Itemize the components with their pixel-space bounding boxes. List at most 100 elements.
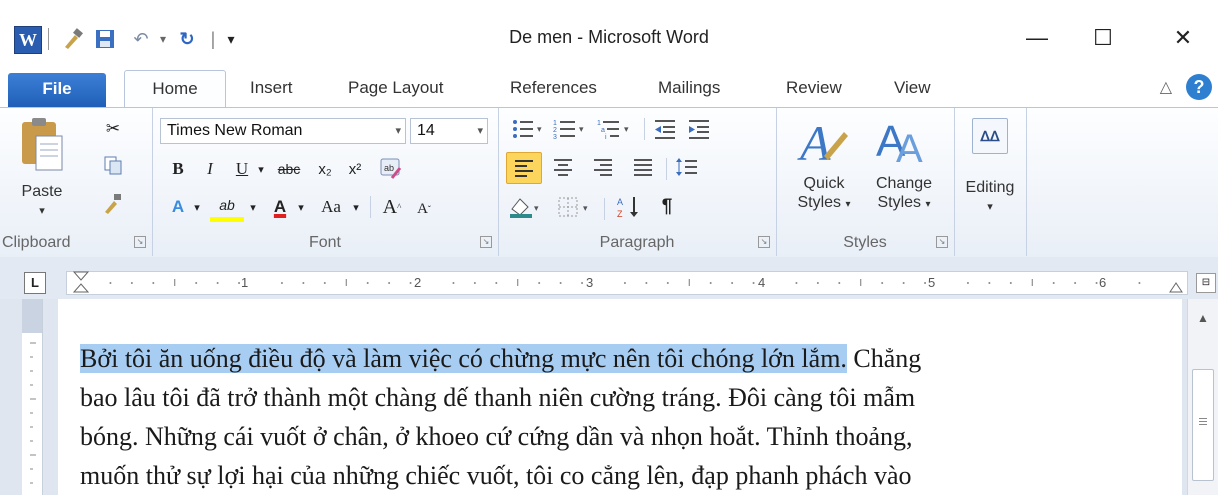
decrease-indent-icon[interactable] [650, 114, 680, 144]
font-size-combo[interactable]: 14 ▾ [410, 118, 488, 144]
tab-references[interactable]: References [506, 70, 601, 107]
shrink-font-button[interactable]: Aˇ [410, 194, 438, 224]
ribbon-tab-bar: File Home Insert Page Layout References … [0, 70, 1218, 109]
ruler-number: 5 [928, 275, 936, 290]
grow-font-label: A [382, 195, 398, 218]
scrollbar-thumb[interactable] [1192, 369, 1214, 481]
change-styles-label-2-text: Styles [877, 194, 922, 211]
font-size-dropdown-icon[interactable]: ▾ [477, 119, 483, 143]
paragraph-line-2: bao lâu tôi đã trở thành một chàng dế th… [80, 383, 916, 412]
svg-text:▾: ▾ [534, 203, 539, 213]
close-button[interactable]: ✕ [1158, 20, 1208, 56]
font-group: Times New Roman ▾ 14 ▾ B I U ▾ abc x₂ x²… [152, 108, 499, 256]
minimize-button[interactable]: — [1012, 20, 1062, 56]
tab-mailings[interactable]: Mailings [654, 70, 724, 107]
tab-home[interactable]: Home [124, 70, 226, 109]
borders-icon[interactable]: ▾ [554, 192, 598, 222]
italic-button[interactable]: I [198, 154, 222, 184]
clipboard-launcher-icon[interactable]: ↘ [134, 236, 146, 248]
editing-group: ⵠⵠ Editing ▾ [954, 108, 1027, 256]
bold-button[interactable]: B [166, 154, 190, 184]
grow-font-button[interactable]: A ^ [378, 192, 406, 222]
increase-indent-icon[interactable] [684, 114, 714, 144]
highlight-button[interactable]: ab [210, 192, 244, 222]
highlight-dropdown-icon[interactable]: ▾ [246, 192, 260, 222]
paste-icon [22, 118, 63, 171]
clear-formatting-icon[interactable]: ab [374, 154, 408, 184]
justify-icon[interactable] [626, 152, 660, 182]
quick-styles-label-2-text: Styles [797, 194, 842, 211]
line-1-rest: Chẳng [846, 344, 922, 373]
change-styles-icon: A A [876, 117, 923, 166]
styles-group: A Quick Styles ▾ A A Change Styles ▾ Sty… [776, 108, 955, 256]
font-color-button[interactable]: A [266, 192, 294, 222]
font-size-value: 14 [417, 122, 435, 139]
underline-dropdown-icon[interactable]: ▾ [254, 154, 268, 184]
svg-text:i: i [605, 134, 607, 140]
show-formatting-marks-button[interactable]: ¶ [652, 192, 682, 222]
change-styles-button[interactable]: A A Change Styles ▾ [864, 112, 944, 230]
change-styles-label-2: Styles ▾ [864, 193, 944, 214]
editing-button[interactable]: ⵠⵠ Editing ▾ [960, 116, 1020, 226]
subscript-button[interactable]: x₂ [312, 154, 338, 184]
tab-file[interactable]: File [8, 73, 106, 107]
superscript-button[interactable]: x² [342, 154, 368, 184]
multilevel-list-icon[interactable]: 1 a i ▾ [594, 114, 636, 144]
right-indent-marker-icon[interactable] [1169, 271, 1183, 293]
numbering-icon[interactable]: 1 2 3 ▾ [550, 114, 590, 144]
clipboard-group-label: Clipboard [2, 234, 71, 251]
format-painter-icon[interactable] [98, 188, 128, 218]
help-icon[interactable]: ? [1186, 74, 1212, 100]
cut-icon[interactable]: ✂ [98, 114, 128, 144]
paragraph-launcher-icon[interactable]: ↘ [758, 236, 770, 248]
svg-text:A: A [896, 127, 923, 166]
underline-button[interactable]: U [230, 154, 254, 184]
find-binoculars-icon: ⵠⵠ [972, 118, 1008, 154]
maximize-button[interactable]: ☐ [1078, 20, 1128, 56]
paste-button[interactable]: Paste ▾ [12, 116, 72, 226]
ruler-number: 2 [414, 275, 422, 290]
text-effects-dropdown-icon[interactable]: ▾ [190, 192, 204, 222]
ruler-number: 6 [1099, 275, 1107, 290]
font-group-label: Font [308, 234, 341, 251]
align-left-icon[interactable] [506, 152, 542, 184]
paste-dropdown-icon[interactable]: ▾ [12, 202, 72, 221]
minimize-ribbon-icon[interactable]: △ [1160, 77, 1172, 97]
vertical-scrollbar[interactable]: ▲ [1187, 299, 1218, 495]
align-right-icon[interactable] [586, 152, 620, 182]
font-launcher-icon[interactable]: ↘ [480, 236, 492, 248]
tab-review[interactable]: Review [782, 70, 846, 107]
change-case-button[interactable]: Aa [312, 192, 350, 222]
font-name-combo[interactable]: Times New Roman ▾ [160, 118, 406, 144]
shading-icon[interactable]: ▾ [506, 192, 544, 222]
tab-page-layout[interactable]: Page Layout [344, 70, 447, 107]
align-center-icon[interactable] [546, 152, 580, 182]
bullets-icon[interactable]: ▾ [508, 114, 548, 144]
view-ruler-icon[interactable]: ⊟ [1196, 273, 1216, 293]
line-spacing-icon[interactable] [672, 152, 706, 182]
copy-icon[interactable] [98, 150, 128, 180]
shrink-font-label: A [417, 200, 428, 217]
text-effects-button[interactable]: A [164, 192, 192, 222]
change-case-dropdown-icon[interactable]: ▾ [350, 192, 362, 222]
tab-view[interactable]: View [890, 70, 935, 107]
styles-group-label: Styles [843, 234, 887, 251]
document-body[interactable]: Bởi tôi ăn uống điều độ và làm việc có c… [80, 339, 1170, 495]
font-color-dropdown-icon[interactable]: ▾ [294, 192, 308, 222]
strikethrough-button[interactable]: abc [272, 154, 306, 184]
ruler-scale[interactable]: 1 2 3 4 5 6 [66, 271, 1188, 295]
scroll-up-icon[interactable]: ▲ [1197, 311, 1209, 325]
indent-marker-icon[interactable] [73, 271, 89, 293]
svg-text:Z: Z [617, 209, 623, 219]
styles-launcher-icon[interactable]: ↘ [936, 236, 948, 248]
font-name-dropdown-icon[interactable]: ▾ [395, 119, 401, 143]
selected-text[interactable]: Bởi tôi ăn uống điều độ và làm việc có c… [80, 344, 847, 373]
quick-styles-button[interactable]: A Quick Styles ▾ [786, 112, 862, 230]
ruler-number: 3 [586, 275, 594, 290]
tab-insert[interactable]: Insert [246, 70, 297, 107]
document-page[interactable]: Bởi tôi ăn uống điều độ và làm việc có c… [58, 299, 1182, 495]
paragraph-line-4: muốn thử sự lợi hại của những chiếc vuốt… [80, 461, 912, 490]
tab-selector-icon[interactable]: L [24, 272, 46, 294]
sort-icon[interactable]: AZ [612, 192, 646, 222]
change-styles-label-1: Change [875, 175, 933, 192]
